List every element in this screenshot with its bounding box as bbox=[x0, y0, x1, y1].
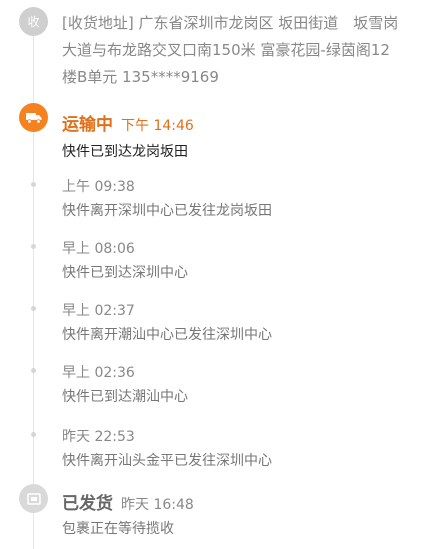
address-line: [收货地址] 广东省深圳市龙岗区 坂田街道 坂雪岗 bbox=[62, 14, 399, 32]
address-line: 楼B单元 135****9169 bbox=[62, 68, 219, 86]
event-time: 早上 02:37 bbox=[62, 303, 135, 319]
status-time: 下午 14:46 bbox=[121, 118, 194, 134]
status-title: 运输中 bbox=[62, 115, 113, 135]
event-time: 早上 02:36 bbox=[62, 365, 135, 381]
receive-node-icon: 收 bbox=[19, 7, 48, 36]
timeline-event: 早上 08:06 快件已到达深圳中心 bbox=[62, 238, 188, 282]
event-desc: 快件已到达深圳中心 bbox=[62, 265, 188, 281]
timeline-dot bbox=[31, 182, 36, 187]
timeline-dot bbox=[31, 368, 36, 373]
event-desc: 快件已到达潮汕中心 bbox=[62, 389, 188, 405]
delivery-address: [收货地址] 广东省深圳市龙岗区 坂田街道 坂雪岗 大道与布龙路交叉口南150米… bbox=[62, 10, 412, 91]
shipped-entry: 已发货 昨天 16:48 包裹正在等待揽收 bbox=[62, 489, 194, 538]
address-line: 大道与布龙路交叉口南150米 富豪花园-绿茵阁12 bbox=[62, 41, 390, 59]
event-desc: 快件离开深圳中心已发往龙岗坂田 bbox=[62, 203, 272, 219]
shipped-time: 昨天 16:48 bbox=[121, 497, 194, 513]
timeline-event: 早上 02:36 快件已到达潮汕中心 bbox=[62, 362, 188, 406]
timeline-event: 上午 09:38 快件离开深圳中心已发往龙岗坂田 bbox=[62, 176, 272, 220]
timeline-dot bbox=[31, 306, 36, 311]
timeline-event: 昨天 22:53 快件离开汕头金平已发往深圳中心 bbox=[62, 426, 272, 470]
shipped-title: 已发货 bbox=[62, 494, 113, 514]
event-time: 上午 09:38 bbox=[62, 179, 135, 195]
status-desc: 快件已到达龙岗坂田 bbox=[62, 144, 188, 160]
timeline-dot bbox=[31, 244, 36, 249]
timeline-dot bbox=[31, 432, 36, 437]
timeline-event: 早上 02:37 快件离开潮汕中心已发往深圳中心 bbox=[62, 300, 272, 344]
event-desc: 快件离开潮汕中心已发往深圳中心 bbox=[62, 327, 272, 343]
truck-icon bbox=[19, 103, 48, 132]
shipped-desc: 包裹正在等待揽收 bbox=[62, 521, 174, 537]
event-time: 昨天 22:53 bbox=[62, 429, 135, 445]
package-icon bbox=[19, 484, 48, 513]
event-time: 早上 08:06 bbox=[62, 241, 135, 257]
event-desc: 快件离开汕头金平已发往深圳中心 bbox=[62, 453, 272, 469]
receive-node-label: 收 bbox=[27, 15, 40, 29]
current-status-entry: 运输中 下午 14:46 快件已到达龙岗坂田 bbox=[62, 110, 194, 161]
logistics-timeline: 收 [收货地址] 广东省深圳市龙岗区 坂田街道 坂雪岗 大道与布龙路交叉口南15… bbox=[0, 0, 425, 549]
